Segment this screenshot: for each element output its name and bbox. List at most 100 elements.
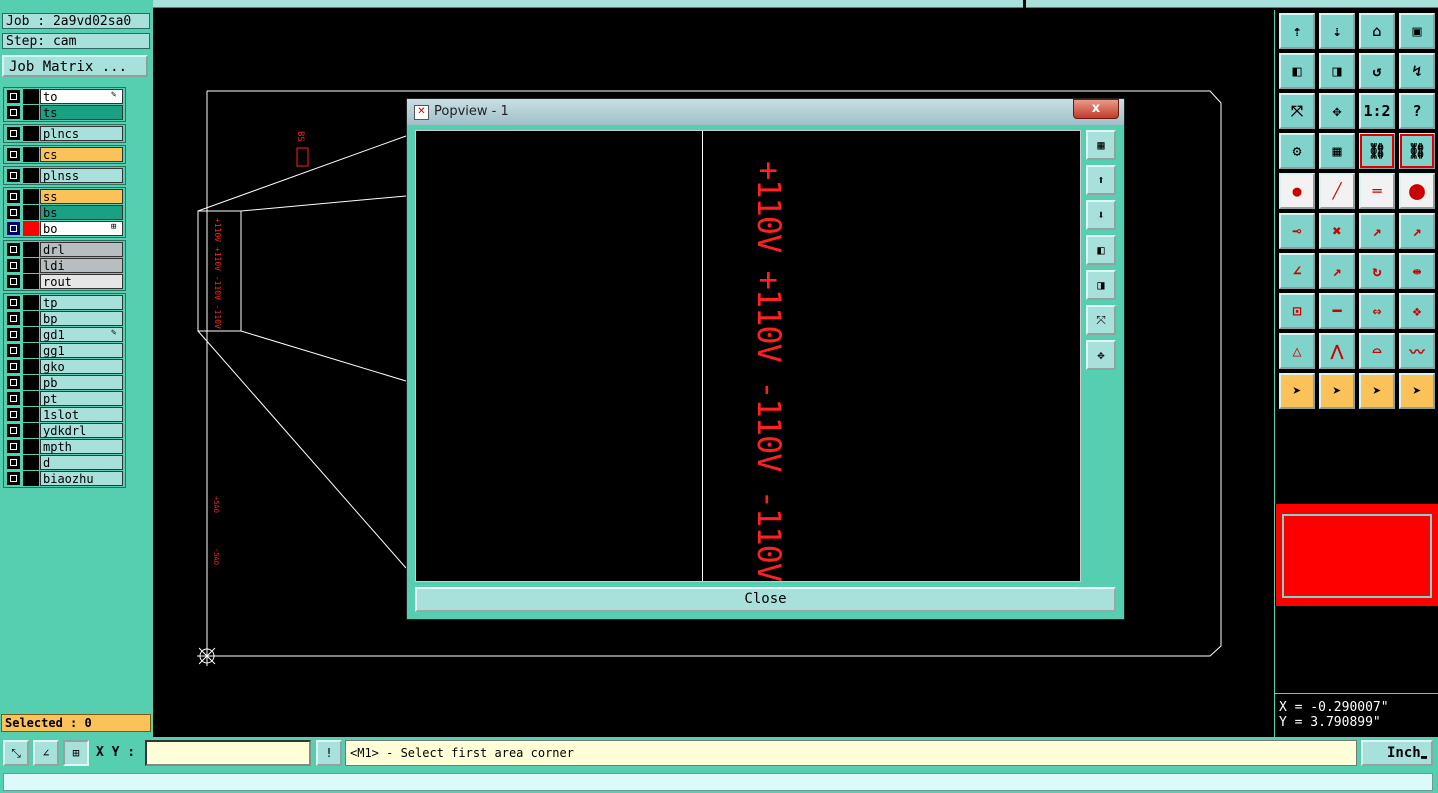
select-icon[interactable]: ➤ <box>1279 373 1315 409</box>
arc-icon[interactable]: ⋀ <box>1319 333 1355 369</box>
snap-grid-icon[interactable]: ▦ <box>1319 133 1355 169</box>
layer-checkbox[interactable] <box>7 472 20 485</box>
wave-icon[interactable]: 〰 <box>1399 333 1435 369</box>
close-window-button[interactable]: x <box>1073 99 1119 119</box>
layer-name[interactable]: biaozhu <box>40 471 123 486</box>
undo-zoom-icon[interactable]: ↺ <box>1359 53 1395 89</box>
layer-name[interactable]: plncs <box>40 126 123 141</box>
overview-map[interactable] <box>1276 504 1438 606</box>
layer-name[interactable]: 1slot <box>40 407 123 422</box>
layer-name[interactable]: ts <box>40 105 123 120</box>
layer-row[interactable]: plnss <box>5 168 123 183</box>
rotate-icon[interactable]: ↻ <box>1359 253 1395 289</box>
layer-checkbox[interactable] <box>7 408 20 421</box>
layer-row[interactable]: bs <box>5 205 123 220</box>
add-pad-icon[interactable]: ⊡ <box>1279 293 1315 329</box>
layer-name[interactable]: plnss <box>40 168 123 183</box>
home-icon[interactable]: ⌂ <box>1359 13 1395 49</box>
ruler-icon[interactable]: ═ <box>1359 173 1395 209</box>
layer-row[interactable]: gko <box>5 359 123 374</box>
zoom-out-icon[interactable]: ⇣ <box>1319 13 1355 49</box>
layer-checkbox[interactable] <box>7 243 20 256</box>
select-net-icon[interactable]: ➤ <box>1399 373 1435 409</box>
mirror-icon[interactable]: ⇹ <box>1399 253 1435 289</box>
zoom-area-icon[interactable]: ⤡ <box>3 740 29 766</box>
layer-checkbox[interactable] <box>7 440 20 453</box>
pan-right-icon[interactable]: ◨ <box>1319 53 1355 89</box>
zoom-in-icon[interactable]: ⇡ <box>1279 13 1315 49</box>
layer-name[interactable]: tp <box>40 295 123 310</box>
layer-checkbox[interactable] <box>7 90 20 103</box>
popview-canvas[interactable]: +110V +110V -110V -110V <box>415 130 1081 582</box>
layer-checkbox[interactable] <box>7 424 20 437</box>
layer-row[interactable]: mpth <box>5 439 123 454</box>
layer-checkbox[interactable] <box>7 169 20 182</box>
layer-row[interactable]: d <box>5 455 123 470</box>
layer-row[interactable]: cs <box>5 147 123 162</box>
xy-input[interactable] <box>145 740 311 766</box>
layer-name[interactable]: ss <box>40 189 123 204</box>
center-icon[interactable]: ✥ <box>1319 93 1355 129</box>
fit-icon[interactable]: ⤧ <box>1279 93 1315 129</box>
net2-icon[interactable]: ⛓ <box>1399 133 1435 169</box>
grid-snap-icon[interactable]: ⊞ <box>63 740 89 766</box>
shape-icon[interactable]: ❖ <box>1399 293 1435 329</box>
layer-checkbox[interactable] <box>7 206 20 219</box>
move-icon[interactable]: ↗ <box>1359 213 1395 249</box>
scale-icon[interactable]: 1:2 <box>1359 93 1395 129</box>
popview-grid-icon[interactable]: ▦ <box>1086 130 1116 160</box>
popview-titlebar[interactable]: ✕ Popview - 1 x <box>407 99 1124 125</box>
popview-pan-left-icon[interactable]: ◧ <box>1086 235 1116 265</box>
popview-fit-icon[interactable]: ⤧ <box>1086 305 1116 335</box>
layer-row[interactable]: ss <box>5 189 123 204</box>
triangle-icon[interactable]: △ <box>1279 333 1315 369</box>
layer-row[interactable]: plncs <box>5 126 123 141</box>
layer-checkbox[interactable] <box>7 275 20 288</box>
layer-checkbox[interactable] <box>7 148 20 161</box>
layer-checkbox[interactable] <box>7 328 20 341</box>
dot-icon[interactable]: ⬤ <box>1399 173 1435 209</box>
layer-name[interactable]: gg1 <box>40 343 123 358</box>
layer-checkbox[interactable] <box>7 344 20 357</box>
layer-row[interactable]: drl <box>5 242 123 257</box>
select-poly-icon[interactable]: ➤ <box>1359 373 1395 409</box>
connect-icon[interactable]: ⊸ <box>1279 213 1315 249</box>
layer-checkbox[interactable] <box>7 392 20 405</box>
angle-snap-icon[interactable]: ∠ <box>33 740 59 766</box>
split-icon[interactable]: ━ <box>1319 293 1355 329</box>
layer-checkbox[interactable] <box>7 360 20 373</box>
pad-icon[interactable]: ● <box>1279 173 1315 209</box>
measure-icon[interactable]: ↗ <box>1319 253 1355 289</box>
layer-name[interactable]: pt <box>40 391 123 406</box>
layer-name[interactable]: bp <box>40 311 123 326</box>
layer-row[interactable]: tp <box>5 295 123 310</box>
layer-row[interactable]: biaozhu <box>5 471 123 486</box>
alert-button[interactable]: ! <box>316 740 342 766</box>
arch-icon[interactable]: ⌓ <box>1359 333 1395 369</box>
layer-checkbox[interactable] <box>7 456 20 469</box>
grid-view-icon[interactable]: ▣ <box>1399 13 1435 49</box>
layer-row[interactable]: to ✎ <box>5 89 123 104</box>
layer-checkbox[interactable] <box>7 222 20 235</box>
layer-row[interactable]: bp <box>5 311 123 326</box>
net-icon[interactable]: ⛓ <box>1359 133 1395 169</box>
layer-row[interactable]: ldi <box>5 258 123 273</box>
popview-center-icon[interactable]: ✥ <box>1086 340 1116 370</box>
layer-name[interactable]: pb <box>40 375 123 390</box>
popview-zoom-out-icon[interactable]: ⬇ <box>1086 200 1116 230</box>
layer-checkbox[interactable] <box>7 190 20 203</box>
layer-row[interactable]: pb <box>5 375 123 390</box>
popview-pan-right-icon[interactable]: ◨ <box>1086 270 1116 300</box>
layer-checkbox[interactable] <box>7 106 20 119</box>
layer-name[interactable]: bs <box>40 205 123 220</box>
angle-icon[interactable]: ∠ <box>1279 253 1315 289</box>
layer-name[interactable]: ydkdrl <box>40 423 123 438</box>
layer-name[interactable]: drl <box>40 242 123 257</box>
layer-name[interactable]: gko <box>40 359 123 374</box>
layer-row[interactable]: bo ⊞ <box>5 221 123 236</box>
popview-zoom-in-icon[interactable]: ⬆ <box>1086 165 1116 195</box>
layer-name[interactable]: d <box>40 455 123 470</box>
popview-close-button[interactable]: Close <box>415 587 1116 612</box>
stretch-icon[interactable]: ⇔ <box>1359 293 1395 329</box>
layer-row[interactable]: ts <box>5 105 123 120</box>
